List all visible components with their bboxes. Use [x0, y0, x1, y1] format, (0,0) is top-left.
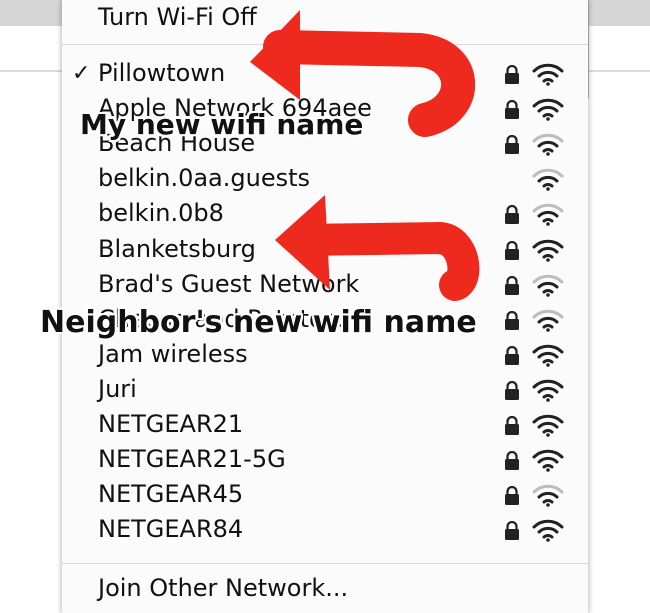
network-item[interactable]: Jam wireless	[62, 337, 588, 372]
lock-icon	[505, 380, 519, 400]
wifi-signal-icon	[532, 63, 564, 86]
network-item[interactable]: ✓ Pillowtown	[62, 56, 588, 91]
network-name: NETGEAR21	[98, 410, 244, 438]
lock-icon	[505, 345, 519, 365]
network-name: belkin.0aa.guests	[98, 164, 311, 193]
network-name: NETGEAR45	[98, 480, 244, 509]
lock-icon	[505, 310, 519, 330]
wifi-signal-icon	[532, 520, 564, 543]
network-name: Pillowtown	[98, 59, 226, 87]
lock-icon	[505, 521, 519, 541]
wifi-signal-icon	[532, 414, 564, 437]
wifi-menu: Turn Wi-Fi Off ✓ Pillowtown Apple Network …	[62, 0, 588, 613]
network-name: Cheese and Potatoes	[98, 304, 351, 333]
wifi-signal-icon	[532, 449, 564, 472]
join-other-network-item[interactable]: Join Other Network...	[62, 571, 588, 606]
background-window-right	[588, 0, 650, 98]
wifi-signal-icon	[532, 485, 564, 507]
network-item[interactable]: Blanketsburg	[62, 232, 588, 267]
lock-icon	[505, 416, 519, 435]
lock-icon	[505, 205, 519, 225]
menu-separator-top	[62, 44, 588, 45]
network-item[interactable]: NETGEAR84	[62, 512, 588, 547]
network-name: Juri	[98, 374, 137, 403]
lock-icon	[505, 100, 519, 120]
wifi-signal-icon	[532, 309, 564, 332]
wifi-signal-icon	[532, 134, 564, 156]
network-name: NETGEAR21-5G	[98, 445, 286, 474]
lock-icon	[505, 135, 519, 155]
menu-separator-bottom	[62, 563, 588, 564]
lock-icon	[505, 451, 519, 471]
network-name: belkin.0b8	[98, 199, 224, 228]
network-name: Apple Network 694aee	[98, 94, 372, 123]
screen: Turn Wi-Fi Off ✓ Pillowtown Apple Network …	[0, 0, 650, 613]
network-name: Beach House	[98, 129, 256, 158]
network-name: NETGEAR84	[98, 515, 244, 544]
wifi-signal-icon	[532, 204, 564, 227]
network-item[interactable]: belkin.0aa.guests	[62, 161, 588, 196]
network-item[interactable]: belkin.0b8	[62, 196, 588, 231]
network-item[interactable]: NETGEAR21-5G	[62, 442, 588, 477]
lock-icon	[505, 275, 519, 295]
wifi-signal-icon	[532, 344, 564, 367]
wifi-signal-icon	[532, 169, 564, 192]
wifi-signal-icon	[532, 239, 564, 262]
network-name: Jam wireless	[98, 339, 248, 368]
network-name: Brad's Guest Network	[98, 269, 360, 298]
turn-wifi-off-label: Turn Wi-Fi Off	[98, 3, 257, 31]
network-name: Blanketsburg	[98, 234, 256, 263]
wifi-signal-icon	[532, 274, 564, 297]
network-item[interactable]: Brad's Guest Network	[62, 267, 588, 302]
network-item[interactable]: Juri	[62, 372, 588, 407]
checkmark-icon: ✓	[72, 61, 91, 86]
network-item[interactable]: NETGEAR21	[62, 407, 588, 442]
join-other-network-label: Join Other Network...	[98, 574, 349, 602]
lock-icon	[505, 240, 519, 260]
wifi-signal-icon	[532, 98, 564, 121]
lock-icon	[505, 65, 519, 84]
network-item[interactable]: NETGEAR45	[62, 477, 588, 512]
background-window-left	[0, 0, 63, 98]
wifi-signal-icon	[532, 379, 564, 402]
network-item[interactable]: Apple Network 694aee	[62, 91, 588, 126]
network-item[interactable]: Beach House	[62, 126, 588, 161]
lock-icon	[505, 486, 519, 506]
turn-wifi-off-item[interactable]: Turn Wi-Fi Off	[62, 0, 588, 35]
network-item[interactable]: Cheese and Potatoes	[62, 302, 588, 337]
